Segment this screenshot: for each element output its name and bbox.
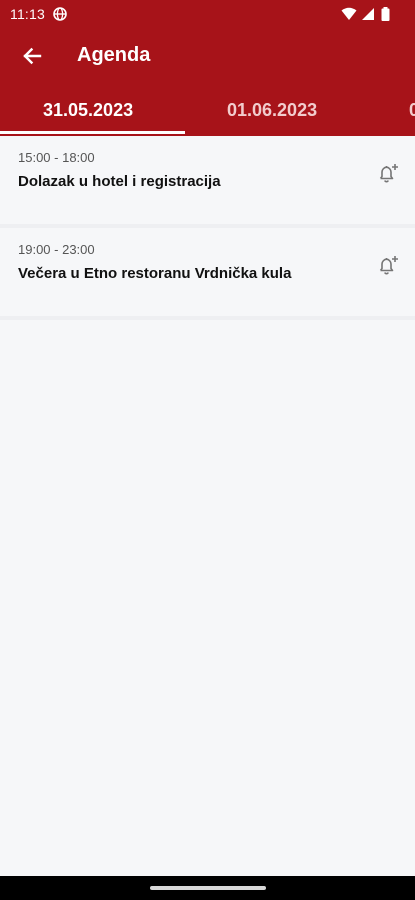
tab-31-05-2023[interactable]: 31.05.2023 — [43, 84, 133, 136]
back-button[interactable] — [14, 38, 50, 74]
agenda-item-title: Dolazak u hotel i registracija — [18, 173, 221, 190]
bell-plus-icon — [379, 164, 398, 183]
tab-01-06-2023[interactable]: 01.06.2023 — [227, 84, 317, 136]
agenda-item[interactable]: 15:00 - 18:00 Dolazak u hotel i registra… — [0, 136, 415, 228]
bell-plus-icon — [379, 256, 398, 275]
agenda-item[interactable]: 19:00 - 23:00 Večera u Etno restoranu Vr… — [0, 228, 415, 320]
signal-icon — [362, 8, 374, 20]
battery-icon — [381, 7, 390, 21]
app-bar: Agenda — [0, 28, 415, 84]
page-title: Agenda — [77, 44, 151, 66]
home-gesture-handle[interactable] — [150, 886, 266, 890]
agenda-list: 15:00 - 18:00 Dolazak u hotel i registra… — [0, 136, 415, 320]
status-bar: 11:13 — [0, 0, 415, 28]
add-reminder-button[interactable] — [375, 160, 401, 186]
date-tabs: 31.05.2023 01.06.2023 0 — [0, 84, 415, 136]
vpn-globe-icon — [53, 7, 67, 21]
tab-next-date[interactable]: 0 — [409, 84, 415, 136]
wifi-icon — [341, 7, 357, 20]
add-reminder-button[interactable] — [375, 252, 401, 278]
system-navigation-bar — [0, 876, 415, 900]
active-tab-indicator — [0, 131, 185, 134]
agenda-item-title: Večera u Etno restoranu Vrdnička kula — [18, 265, 292, 282]
arrow-back-icon — [23, 47, 42, 65]
status-time: 11:13 — [10, 6, 45, 22]
agenda-item-time: 19:00 - 23:00 — [18, 242, 95, 257]
agenda-item-time: 15:00 - 18:00 — [18, 150, 95, 165]
